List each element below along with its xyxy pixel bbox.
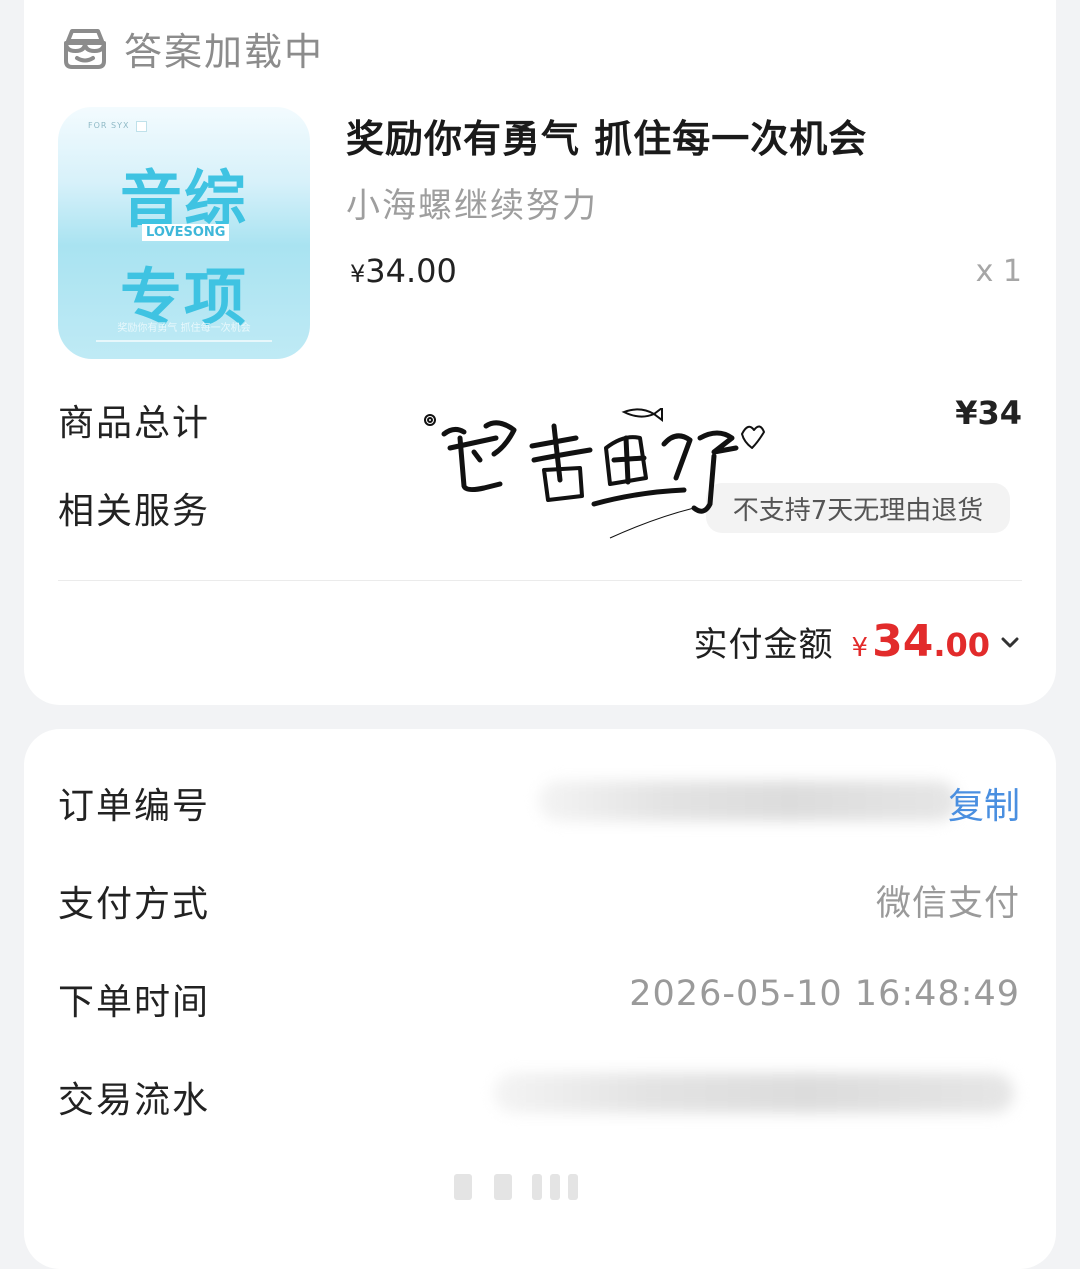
product-price: ¥34.00 bbox=[350, 252, 457, 290]
service-label: 相关服务 bbox=[58, 491, 211, 532]
order-product-card: 答案加载中 FOR SYX 音综 LOVESONG 专项 奖励你有勇气 抓住每一… bbox=[24, 0, 1056, 705]
paid-amount-int: 34 bbox=[872, 616, 934, 667]
paid-label: 实付金额 bbox=[693, 625, 834, 665]
shop-header[interactable]: 答案加载中 bbox=[60, 16, 324, 80]
loading-block bbox=[568, 1174, 578, 1200]
order-number-redacted bbox=[538, 781, 958, 821]
transaction-redacted bbox=[494, 1073, 1014, 1113]
total-label: 商品总计 bbox=[58, 403, 211, 444]
product-title[interactable]: 奖励你有勇气 抓住每一次机会 bbox=[346, 108, 867, 163]
image-tag: FOR SYX bbox=[88, 121, 130, 130]
chevron-down-icon[interactable] bbox=[1000, 636, 1020, 650]
shop-name: 答案加载中 bbox=[124, 29, 325, 74]
order-number-label: 订单编号 bbox=[58, 786, 211, 827]
divider bbox=[58, 580, 1022, 581]
order-time-label: 下单时间 bbox=[58, 982, 211, 1023]
product-subtitle: 小海螺继续努力 bbox=[346, 186, 598, 226]
transaction-label: 交易流水 bbox=[58, 1080, 211, 1121]
price-symbol: ¥ bbox=[350, 260, 366, 288]
image-caption: 奖励你有勇气 抓住每一次机会 bbox=[117, 323, 251, 334]
order-time-value: 2026-05-10 16:48:49 bbox=[629, 974, 1020, 1014]
image-progress-bar bbox=[96, 340, 272, 342]
paid-symbol: ¥ bbox=[851, 633, 869, 663]
image-tag-box bbox=[136, 121, 147, 132]
copy-button[interactable]: 复制 bbox=[948, 777, 1020, 829]
signature-watermark bbox=[424, 408, 765, 539]
paid-amount-row[interactable]: 实付金额 ¥ 34 .00 bbox=[694, 616, 1020, 667]
image-badge: LOVESONG bbox=[142, 224, 230, 241]
shop-icon bbox=[64, 29, 106, 69]
product-image[interactable]: FOR SYX 音综 LOVESONG 专项 奖励你有勇气 抓住每一次机会 bbox=[58, 107, 310, 359]
product-quantity: x 1 bbox=[975, 254, 1022, 289]
payment-method-value: 微信支付 bbox=[875, 884, 1020, 924]
price-value: 34.00 bbox=[365, 252, 457, 290]
order-info-card: 订单编号 复制 支付方式 微信支付 下单时间 2026-05-10 16:48:… bbox=[24, 729, 1056, 1269]
loading-block bbox=[550, 1174, 560, 1200]
loading-block bbox=[494, 1174, 512, 1200]
total-value: ¥34 bbox=[955, 394, 1022, 432]
paid-amount-dec: .00 bbox=[933, 626, 990, 664]
payment-method-label: 支付方式 bbox=[58, 884, 211, 925]
loading-block bbox=[454, 1174, 472, 1200]
loading-block bbox=[532, 1174, 542, 1200]
